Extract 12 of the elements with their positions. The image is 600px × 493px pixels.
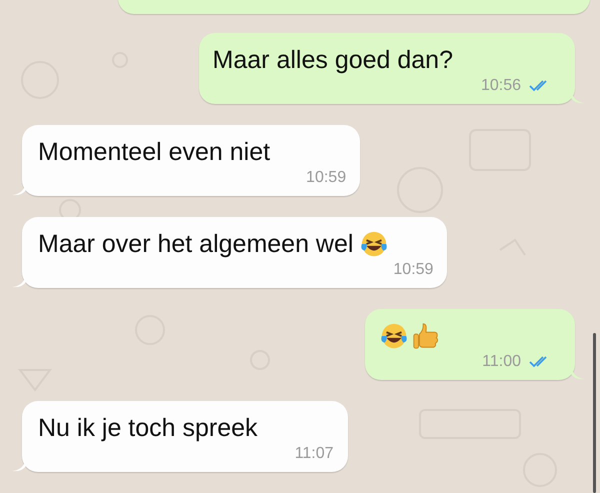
message-text: Maar alles goed dan?	[212, 45, 453, 75]
message-time: 11:00	[482, 352, 521, 372]
message-text: Maar over het algemeen wel	[38, 229, 354, 259]
laughing-face-icon	[359, 229, 390, 259]
message-time: 11:07	[294, 444, 334, 464]
message-text: Nu ik je toch spreek	[38, 413, 258, 443]
laughing-face-icon	[379, 321, 409, 351]
thumbs-up-icon	[411, 321, 441, 351]
message-time: 10:59	[393, 260, 434, 280]
message-text: Momenteel even niet	[38, 137, 270, 167]
message-time: 10:59	[306, 168, 346, 188]
message-time: 10:56	[480, 76, 521, 96]
